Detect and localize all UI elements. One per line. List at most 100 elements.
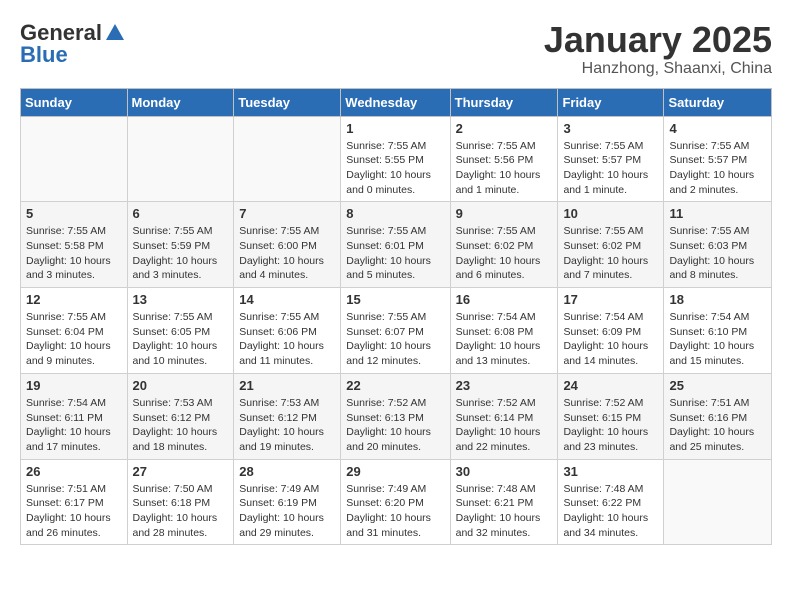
calendar-table: SundayMondayTuesdayWednesdayThursdayFrid… [20, 88, 772, 546]
day-cell: 6 Sunrise: 7:55 AM Sunset: 5:59 PM Daylig… [127, 202, 234, 288]
day-info: Sunrise: 7:55 AM Sunset: 6:04 PM Dayligh… [26, 310, 122, 369]
day-header-monday: Monday [127, 88, 234, 116]
day-cell: 20Sunrise: 7:53 AM Sunset: 6:12 PM Dayli… [127, 373, 234, 459]
day-info: Sunrise: 7:55 AM Sunset: 5:59 PM Dayligh… [133, 224, 229, 283]
day-number: 26 [26, 464, 122, 479]
day-info: Sunrise: 7:54 AM Sunset: 6:09 PM Dayligh… [563, 310, 658, 369]
logo-icon [104, 22, 126, 44]
day-number: 13 [133, 292, 229, 307]
day-info: Sunrise: 7:55 AM Sunset: 5:55 PM Dayligh… [346, 139, 444, 198]
day-number: 1 [346, 121, 444, 136]
day-number: 15 [346, 292, 444, 307]
day-number: 7 [239, 206, 335, 221]
day-cell [21, 116, 128, 202]
week-row-1: 1 Sunrise: 7:55 AM Sunset: 5:55 PM Daylig… [21, 116, 772, 202]
day-number: 3 [563, 121, 658, 136]
day-cell: 30 Sunrise: 7:48 AM Sunset: 6:21 PM Dayli… [450, 459, 558, 545]
day-info: Sunrise: 7:54 AM Sunset: 6:08 PM Dayligh… [456, 310, 553, 369]
day-number: 29 [346, 464, 444, 479]
day-number: 31 [563, 464, 658, 479]
day-info: Sunrise: 7:55 AM Sunset: 6:03 PM Dayligh… [669, 224, 766, 283]
day-number: 16 [456, 292, 553, 307]
day-cell: 10 Sunrise: 7:55 AM Sunset: 6:02 PM Dayli… [558, 202, 664, 288]
day-cell: 27Sunrise: 7:50 AM Sunset: 6:18 PM Dayli… [127, 459, 234, 545]
title-area: January 2025 Hanzhong, Shaanxi, China [544, 20, 772, 78]
day-cell: 3 Sunrise: 7:55 AM Sunset: 5:57 PM Daylig… [558, 116, 664, 202]
day-cell [664, 459, 772, 545]
day-number: 11 [669, 206, 766, 221]
day-cell: 11 Sunrise: 7:55 AM Sunset: 6:03 PM Dayli… [664, 202, 772, 288]
day-info: Sunrise: 7:55 AM Sunset: 5:58 PM Dayligh… [26, 224, 122, 283]
day-cell: 26Sunrise: 7:51 AM Sunset: 6:17 PM Dayli… [21, 459, 128, 545]
logo: General Blue [20, 20, 126, 68]
day-cell: 8Sunrise: 7:55 AM Sunset: 6:01 PM Daylig… [341, 202, 450, 288]
day-number: 5 [26, 206, 122, 221]
day-header-tuesday: Tuesday [234, 88, 341, 116]
day-number: 23 [456, 378, 553, 393]
day-info: Sunrise: 7:55 AM Sunset: 6:05 PM Dayligh… [133, 310, 229, 369]
day-number: 10 [563, 206, 658, 221]
day-cell: 22 Sunrise: 7:52 AM Sunset: 6:13 PM Dayli… [341, 373, 450, 459]
day-number: 25 [669, 378, 766, 393]
day-info: Sunrise: 7:50 AM Sunset: 6:18 PM Dayligh… [133, 482, 229, 541]
day-info: Sunrise: 7:48 AM Sunset: 6:21 PM Dayligh… [456, 482, 553, 541]
day-info: Sunrise: 7:55 AM Sunset: 5:57 PM Dayligh… [563, 139, 658, 198]
day-number: 8 [346, 206, 444, 221]
day-header-sunday: Sunday [21, 88, 128, 116]
day-info: Sunrise: 7:55 AM Sunset: 6:00 PM Dayligh… [239, 224, 335, 283]
day-cell: 13 Sunrise: 7:55 AM Sunset: 6:05 PM Dayli… [127, 288, 234, 374]
day-header-thursday: Thursday [450, 88, 558, 116]
day-number: 22 [346, 378, 444, 393]
day-cell: 28 Sunrise: 7:49 AM Sunset: 6:19 PM Dayli… [234, 459, 341, 545]
day-cell: 2 Sunrise: 7:55 AM Sunset: 5:56 PM Daylig… [450, 116, 558, 202]
day-cell: 16 Sunrise: 7:54 AM Sunset: 6:08 PM Dayli… [450, 288, 558, 374]
logo-blue-text: Blue [20, 42, 68, 68]
day-header-friday: Friday [558, 88, 664, 116]
day-header-saturday: Saturday [664, 88, 772, 116]
day-info: Sunrise: 7:53 AM Sunset: 6:12 PM Dayligh… [239, 396, 335, 455]
day-number: 2 [456, 121, 553, 136]
day-info: Sunrise: 7:55 AM Sunset: 6:02 PM Dayligh… [563, 224, 658, 283]
day-info: Sunrise: 7:55 AM Sunset: 6:06 PM Dayligh… [239, 310, 335, 369]
day-cell: 9Sunrise: 7:55 AM Sunset: 6:02 PM Daylig… [450, 202, 558, 288]
day-number: 24 [563, 378, 658, 393]
day-cell: 29 Sunrise: 7:49 AM Sunset: 6:20 PM Dayli… [341, 459, 450, 545]
day-info: Sunrise: 7:54 AM Sunset: 6:10 PM Dayligh… [669, 310, 766, 369]
day-number: 18 [669, 292, 766, 307]
week-row-2: 5 Sunrise: 7:55 AM Sunset: 5:58 PM Daylig… [21, 202, 772, 288]
day-cell: 4Sunrise: 7:55 AM Sunset: 5:57 PM Daylig… [664, 116, 772, 202]
day-number: 20 [133, 378, 229, 393]
day-number: 6 [133, 206, 229, 221]
day-cell [127, 116, 234, 202]
header: General Blue January 2025 Hanzhong, Shaa… [20, 20, 772, 78]
day-cell: 19Sunrise: 7:54 AM Sunset: 6:11 PM Dayli… [21, 373, 128, 459]
day-info: Sunrise: 7:52 AM Sunset: 6:13 PM Dayligh… [346, 396, 444, 455]
day-number: 28 [239, 464, 335, 479]
day-cell [234, 116, 341, 202]
day-number: 12 [26, 292, 122, 307]
day-info: Sunrise: 7:52 AM Sunset: 6:15 PM Dayligh… [563, 396, 658, 455]
day-cell: 15Sunrise: 7:55 AM Sunset: 6:07 PM Dayli… [341, 288, 450, 374]
day-cell: 24 Sunrise: 7:52 AM Sunset: 6:15 PM Dayli… [558, 373, 664, 459]
day-number: 17 [563, 292, 658, 307]
day-cell: 18 Sunrise: 7:54 AM Sunset: 6:10 PM Dayli… [664, 288, 772, 374]
day-header-wednesday: Wednesday [341, 88, 450, 116]
day-cell: 17 Sunrise: 7:54 AM Sunset: 6:09 PM Dayli… [558, 288, 664, 374]
day-cell: 5 Sunrise: 7:55 AM Sunset: 5:58 PM Daylig… [21, 202, 128, 288]
day-info: Sunrise: 7:55 AM Sunset: 5:57 PM Dayligh… [669, 139, 766, 198]
day-info: Sunrise: 7:55 AM Sunset: 5:56 PM Dayligh… [456, 139, 553, 198]
day-cell: 23 Sunrise: 7:52 AM Sunset: 6:14 PM Dayli… [450, 373, 558, 459]
week-row-3: 12 Sunrise: 7:55 AM Sunset: 6:04 PM Dayli… [21, 288, 772, 374]
calendar-subtitle: Hanzhong, Shaanxi, China [544, 60, 772, 78]
day-cell: 31Sunrise: 7:48 AM Sunset: 6:22 PM Dayli… [558, 459, 664, 545]
week-row-5: 26Sunrise: 7:51 AM Sunset: 6:17 PM Dayli… [21, 459, 772, 545]
day-number: 19 [26, 378, 122, 393]
day-info: Sunrise: 7:52 AM Sunset: 6:14 PM Dayligh… [456, 396, 553, 455]
day-cell: 25Sunrise: 7:51 AM Sunset: 6:16 PM Dayli… [664, 373, 772, 459]
calendar-title: January 2025 [544, 20, 772, 60]
day-cell: 12 Sunrise: 7:55 AM Sunset: 6:04 PM Dayli… [21, 288, 128, 374]
day-number: 30 [456, 464, 553, 479]
day-number: 14 [239, 292, 335, 307]
day-info: Sunrise: 7:49 AM Sunset: 6:19 PM Dayligh… [239, 482, 335, 541]
day-info: Sunrise: 7:49 AM Sunset: 6:20 PM Dayligh… [346, 482, 444, 541]
